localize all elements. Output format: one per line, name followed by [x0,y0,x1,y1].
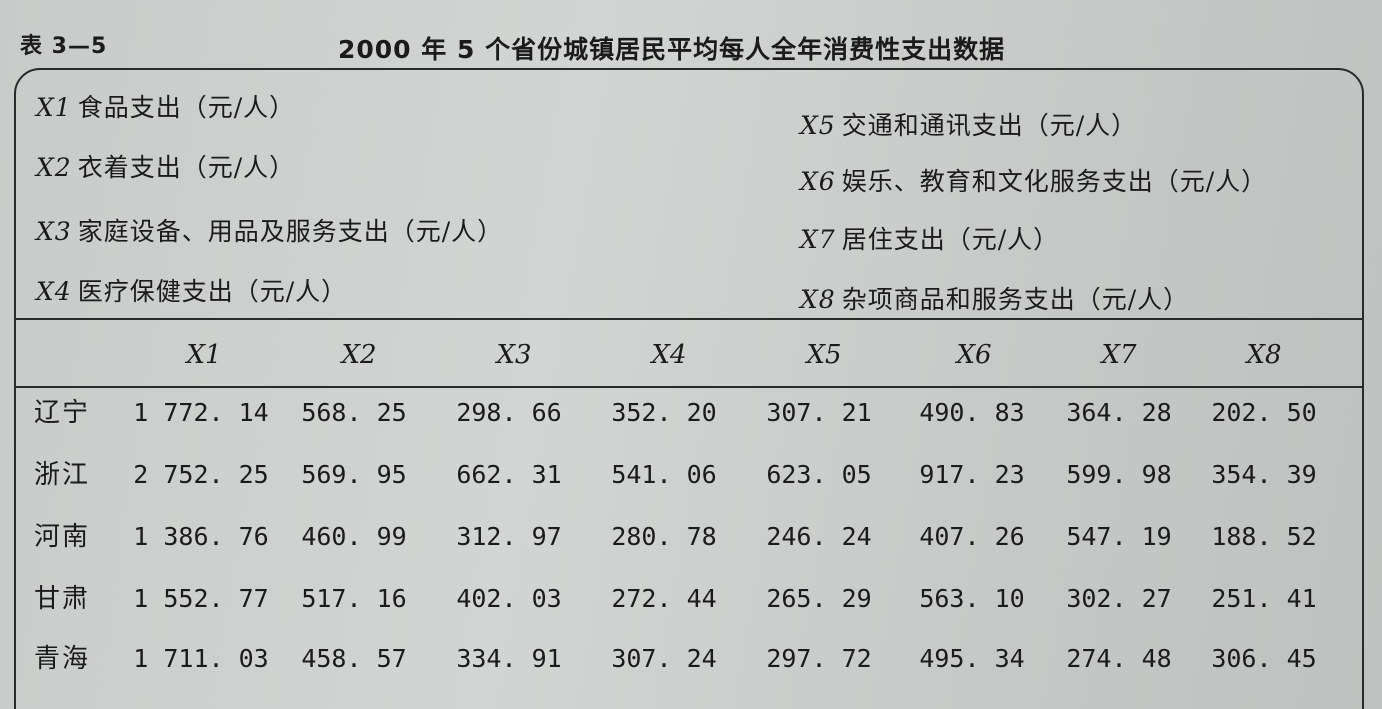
table-number: 表 3—5 [20,34,108,59]
value-cell: 272. 44 [611,584,717,613]
region-cell: 辽宁 [34,398,91,428]
value-cell: 307. 24 [611,644,717,673]
value-cell: 188. 52 [1211,522,1317,551]
value-cell: 407. 26 [919,522,1025,551]
value-cell: 517. 16 [301,584,407,613]
value-cell: 458. 57 [301,644,407,673]
legend-desc: 食品支出（元/人） [77,93,296,122]
value-cell: 662. 31 [456,460,562,489]
column-header: X7 [1101,340,1137,370]
value-cell: 312. 97 [456,522,562,551]
value-cell: 1 772. 14 [133,398,269,427]
legend-desc: 家庭设备、用品及服务支出（元/人） [77,217,504,246]
column-header: X5 [806,340,842,370]
table-row: 甘肃 1 552. 77 517. 16 402. 03 272. 44 265… [14,574,1364,624]
value-cell: 599. 98 [1066,460,1172,489]
legend-item-x8: X8 杂项商品和服务支出（元/人） [800,280,1189,316]
legend-desc: 杂项商品和服务支出（元/人） [841,285,1190,314]
legend-code: X8 [800,285,836,314]
value-cell: 1 711. 03 [133,644,269,673]
value-cell: 541. 06 [611,460,717,489]
region-cell: 河南 [34,522,91,552]
column-header: X3 [496,340,532,370]
value-cell: 274. 48 [1066,644,1172,673]
column-header: X8 [1246,340,1282,370]
value-cell: 352. 20 [611,398,717,427]
value-cell: 568. 25 [301,398,407,427]
legend-item-x6: X6 娱乐、教育和文化服务支出（元/人） [800,162,1267,198]
value-cell: 364. 28 [1066,398,1172,427]
legend-code: X4 [36,277,72,306]
legend-item-x5: X5 交通和通讯支出（元/人） [800,106,1137,142]
table-row: 青海 1 711. 03 458. 57 334. 91 307. 24 297… [14,634,1364,684]
value-cell: 2 752. 25 [133,460,269,489]
column-header: X2 [341,340,377,370]
value-cell: 306. 45 [1211,644,1317,673]
value-cell: 1 552. 77 [133,584,269,613]
region-cell: 甘肃 [34,584,91,614]
table-header-row: X1 X2 X3 X4 X5 X6 X7 X8 [14,330,1364,380]
legend-code: X1 [36,93,72,122]
legend-code: X3 [36,217,72,246]
value-cell: 334. 91 [456,644,562,673]
value-cell: 297. 72 [766,644,872,673]
value-cell: 490. 83 [919,398,1025,427]
value-cell: 298. 66 [456,398,562,427]
value-cell: 246. 24 [766,522,872,551]
legend-item-x3: X3 家庭设备、用品及服务支出（元/人） [36,212,503,248]
value-cell: 495. 34 [919,644,1025,673]
value-cell: 547. 19 [1066,522,1172,551]
value-cell: 202. 50 [1211,398,1317,427]
value-cell: 307. 21 [766,398,872,427]
legend-desc: 衣着支出（元/人） [77,153,296,182]
value-cell: 569. 95 [301,460,407,489]
region-cell: 青海 [34,644,91,674]
table-row: 浙江 2 752. 25 569. 95 662. 31 541. 06 623… [14,450,1364,500]
table-title: 2000 年 5 个省份城镇居民平均每人全年消费性支出数据 [338,35,1006,64]
value-cell: 354. 39 [1211,460,1317,489]
legend-code: X6 [800,167,836,196]
value-cell: 460. 99 [301,522,407,551]
value-cell: 280. 78 [611,522,717,551]
value-cell: 563. 10 [919,584,1025,613]
column-header: X4 [651,340,687,370]
table-row: 河南 1 386. 76 460. 99 312. 97 280. 78 246… [14,512,1364,562]
value-cell: 251. 41 [1211,584,1317,613]
value-cell: 623. 05 [766,460,872,489]
legend-desc: 居住支出（元/人） [841,225,1060,254]
legend-item-x2: X2 衣着支出（元/人） [36,148,295,184]
legend-desc: 娱乐、教育和文化服务支出（元/人） [841,167,1268,196]
legend-desc: 医疗保健支出（元/人） [77,277,348,306]
legend-desc: 交通和通讯支出（元/人） [841,111,1138,140]
value-cell: 917. 23 [919,460,1025,489]
value-cell: 302. 27 [1066,584,1172,613]
legend-divider [14,318,1364,320]
legend-item-x1: X1 食品支出（元/人） [36,88,295,124]
value-cell: 1 386. 76 [133,522,269,551]
value-cell: 402. 03 [456,584,562,613]
column-header: X6 [956,340,992,370]
legend-item-x4: X4 医疗保健支出（元/人） [36,272,347,308]
legend-code: X7 [800,225,836,254]
legend-item-x7: X7 居住支出（元/人） [800,220,1059,256]
table-row: 辽宁 1 772. 14 568. 25 298. 66 352. 20 307… [14,388,1364,438]
legend-code: X2 [36,153,72,182]
legend-code: X5 [800,111,836,140]
region-cell: 浙江 [34,460,91,490]
column-header: X1 [186,340,222,370]
value-cell: 265. 29 [766,584,872,613]
